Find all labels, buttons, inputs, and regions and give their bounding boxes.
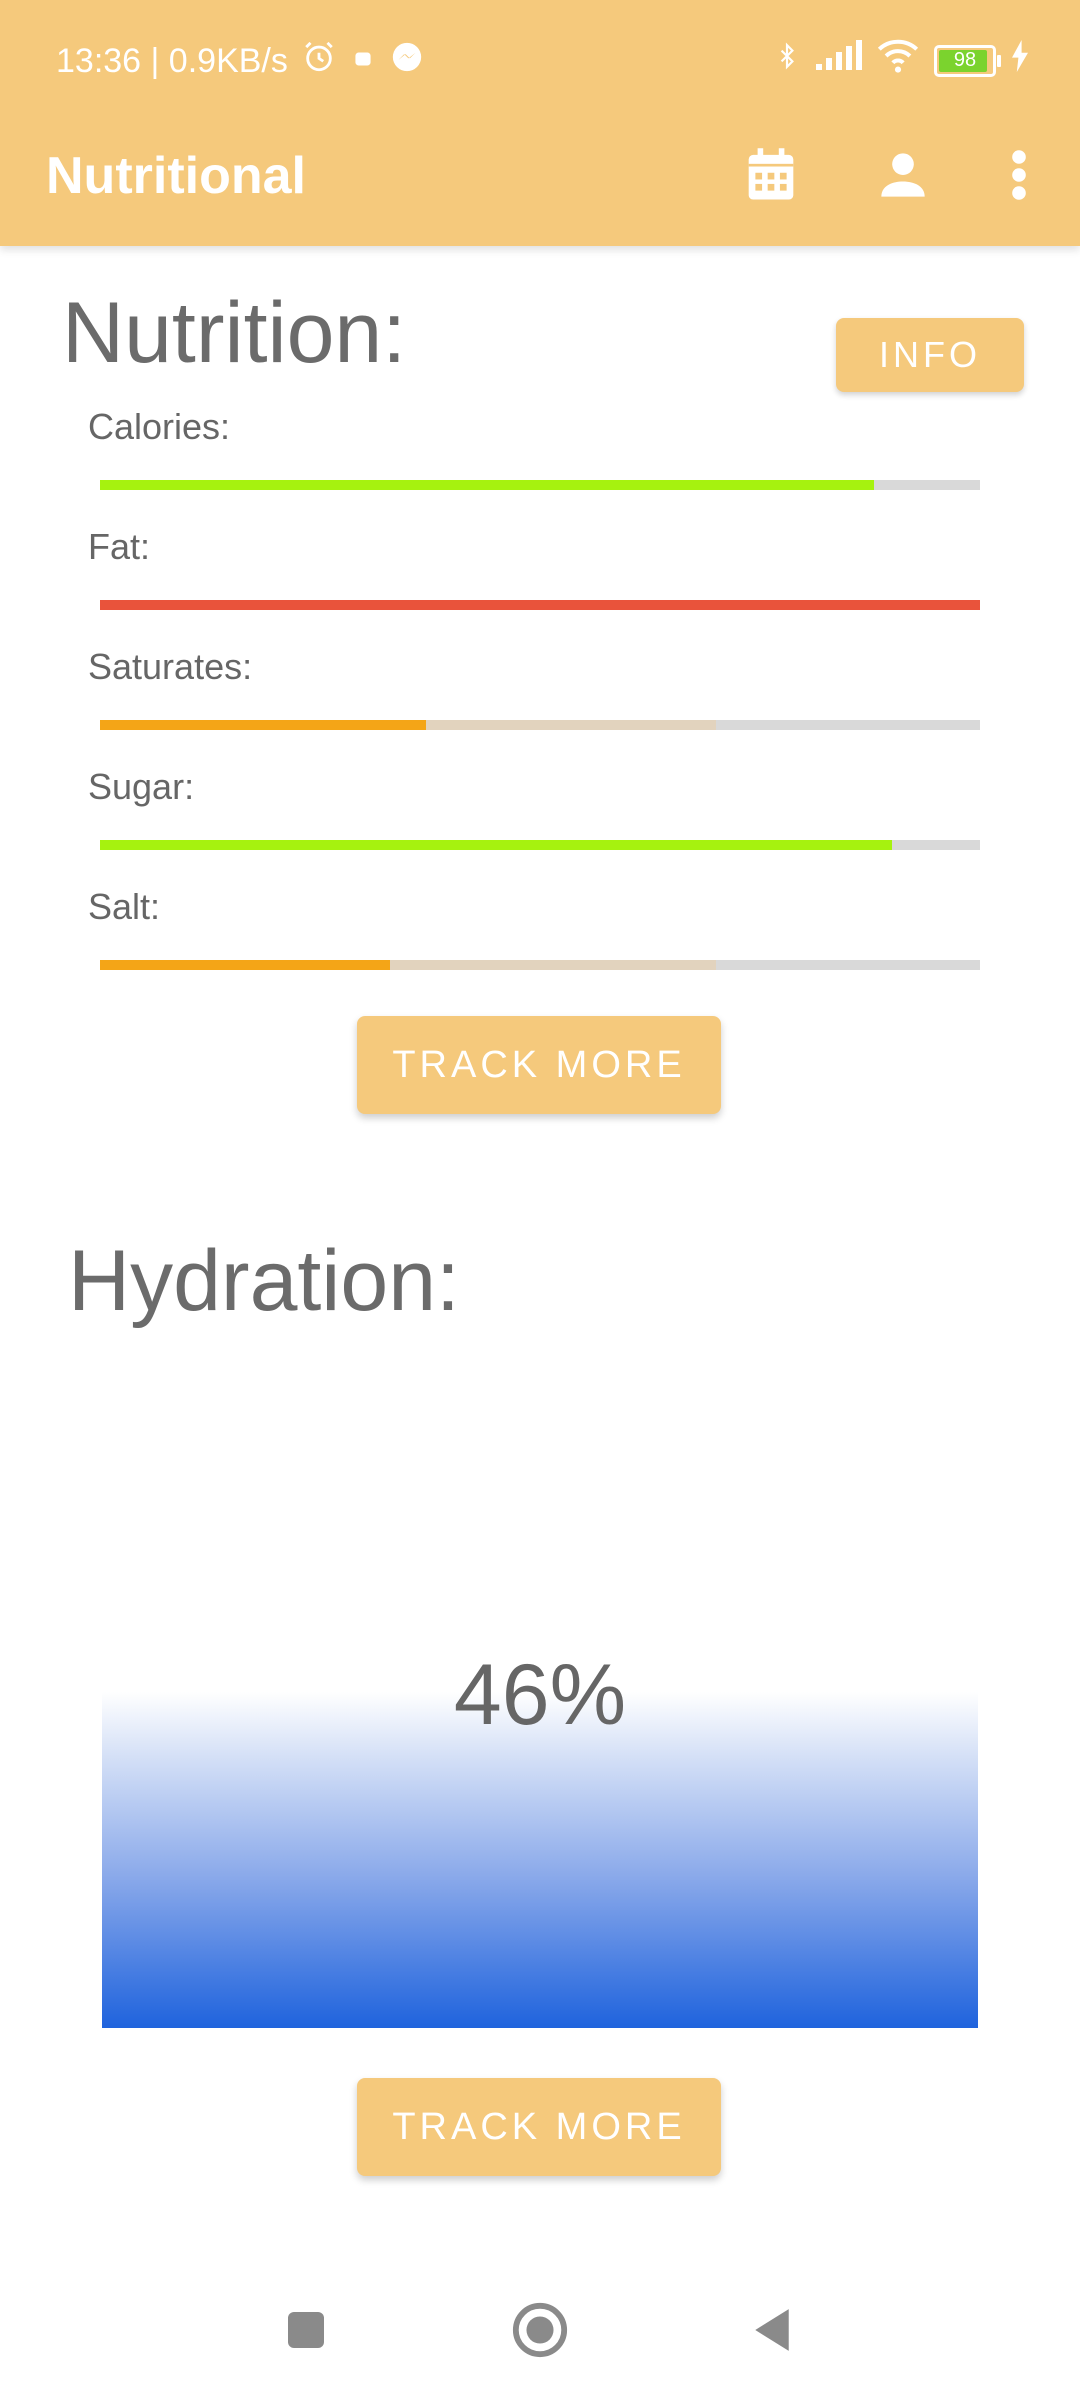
- saturates-progress-bar: [100, 720, 980, 730]
- top-bar: 13:36 | 0.9KB/s 98 Nutritional: [0, 0, 1080, 246]
- notification-icon: [350, 42, 376, 81]
- calories-progress-bar: [100, 480, 980, 490]
- hydration-percent: 46%: [453, 1647, 627, 1743]
- charging-icon: [1010, 40, 1030, 81]
- app-title: Nutritional: [46, 147, 306, 205]
- signal-icon: [814, 40, 862, 81]
- status-bar: 13:36 | 0.9KB/s 98: [0, 0, 1080, 122]
- salt-label: Salt:: [88, 886, 161, 927]
- status-left: 13:36 | 0.9KB/s: [56, 40, 424, 83]
- hydration-track-more-button[interactable]: TRACK MORE: [357, 2078, 721, 2176]
- calendar-icon[interactable]: [736, 140, 806, 210]
- saturates-label: Saturates:: [88, 646, 253, 687]
- home-icon[interactable]: [500, 2290, 580, 2370]
- nutrition-track-more-button[interactable]: TRACK MORE: [357, 1016, 721, 1114]
- salt-progress-bar: [100, 960, 980, 970]
- info-button[interactable]: INFO: [836, 318, 1024, 392]
- messenger-icon: [390, 40, 424, 83]
- navigation-bar: [0, 2290, 1080, 2380]
- battery-level: 98: [953, 49, 977, 71]
- alarm-icon: [302, 40, 336, 83]
- wifi-icon: [876, 39, 920, 82]
- status-time: 13:36 | 0.9KB/s: [56, 42, 288, 80]
- battery-icon: 98: [934, 44, 1001, 77]
- bluetooth-icon: [774, 38, 800, 83]
- more-vert-icon[interactable]: [984, 140, 1054, 210]
- nutrition-heading: Nutrition:: [62, 285, 407, 381]
- sugar-progress-bar: [100, 840, 980, 850]
- calories-label: Calories:: [88, 406, 231, 447]
- fat-progress-bar: [100, 600, 980, 610]
- back-icon[interactable]: [732, 2290, 812, 2370]
- fat-label: Fat:: [88, 526, 151, 567]
- app-bar: Nutritional: [0, 122, 1080, 246]
- recents-icon[interactable]: [266, 2290, 346, 2370]
- status-right: 98: [774, 38, 1030, 83]
- hydration-heading: Hydration:: [68, 1233, 460, 1329]
- sugar-label: Sugar:: [88, 766, 195, 807]
- account-icon[interactable]: [868, 140, 938, 210]
